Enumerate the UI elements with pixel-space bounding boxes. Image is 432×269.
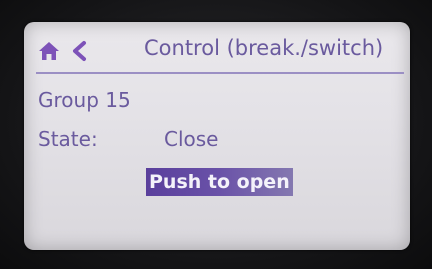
chevron-left-icon xyxy=(73,41,86,61)
header-bar: Control (break./switch) xyxy=(24,22,410,76)
lcd-screen: Control (break./switch) Group 15 State: … xyxy=(24,22,410,250)
state-label: State: xyxy=(38,127,98,151)
header-divider xyxy=(36,72,404,74)
group-label: Group 15 xyxy=(38,88,131,112)
device-bezel: Control (break./switch) Group 15 State: … xyxy=(0,0,432,269)
page-title: Control (break./switch) xyxy=(144,36,384,60)
state-value: Close xyxy=(164,127,219,151)
home-icon xyxy=(39,42,59,60)
home-button[interactable] xyxy=(38,40,60,62)
push-to-open-button[interactable]: Push to open xyxy=(146,168,293,196)
back-button[interactable] xyxy=(70,40,88,62)
